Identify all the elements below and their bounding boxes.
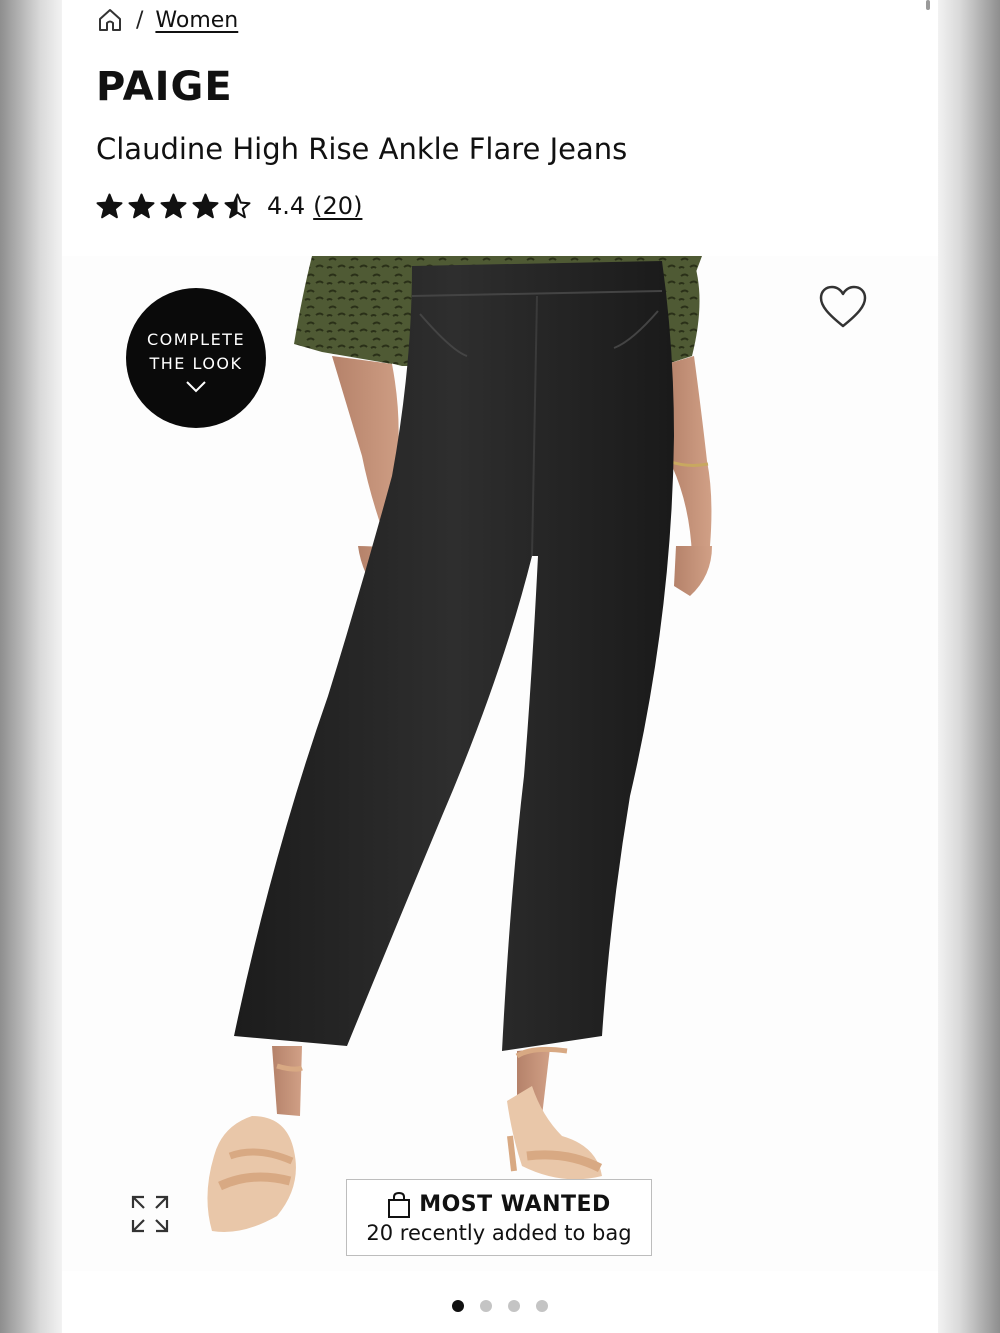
badge-subtitle: 20 recently added to bag — [366, 1220, 632, 1245]
star-half-icon — [224, 193, 251, 218]
product-title: Claudine High Rise Ankle Flare Jeans — [96, 132, 628, 166]
expand-arrows-icon — [131, 1195, 169, 1233]
review-count-link[interactable]: (20) — [313, 192, 362, 220]
breadcrumb: / Women — [96, 4, 238, 36]
expand-image-button[interactable] — [128, 1192, 172, 1236]
star-full-icon — [160, 193, 187, 218]
breadcrumb-separator: / — [136, 7, 144, 33]
shopping-bag-icon — [388, 1191, 411, 1218]
product-page: / Women PAIGE Claudine High Rise Ankle F… — [62, 0, 938, 1333]
add-to-wishlist-button[interactable] — [818, 284, 868, 330]
breadcrumb-link-women[interactable]: Women — [155, 8, 238, 33]
home-link[interactable] — [96, 6, 124, 34]
complete-the-look-button[interactable]: COMPLETE THE LOOK — [126, 288, 266, 428]
most-wanted-badge: MOST WANTED 20 recently added to bag — [346, 1179, 652, 1256]
product-image-carousel[interactable]: COMPLETE THE LOOK MOST WANTED 20 recentl… — [62, 256, 938, 1271]
star-full-icon — [192, 193, 219, 218]
rating-value: 4.4 — [267, 192, 306, 220]
scrollbar[interactable] — [926, 0, 930, 10]
carousel-dot[interactable] — [452, 1300, 464, 1312]
home-icon — [99, 9, 121, 31]
badge-title: MOST WANTED — [419, 1192, 611, 1217]
rating-summary[interactable]: 4.4 (20) — [96, 186, 362, 226]
complete-the-look-label: COMPLETE THE LOOK — [146, 330, 246, 373]
star-full-icon — [128, 193, 155, 218]
carousel-dot[interactable] — [480, 1300, 492, 1312]
star-rating — [96, 193, 251, 220]
chevron-down-icon — [186, 381, 206, 393]
heart-icon — [819, 285, 867, 328]
star-full-icon — [96, 193, 123, 218]
carousel-pagination — [62, 1300, 938, 1312]
carousel-dot[interactable] — [536, 1300, 548, 1312]
brand-name[interactable]: PAIGE — [96, 64, 233, 110]
carousel-dot[interactable] — [508, 1300, 520, 1312]
